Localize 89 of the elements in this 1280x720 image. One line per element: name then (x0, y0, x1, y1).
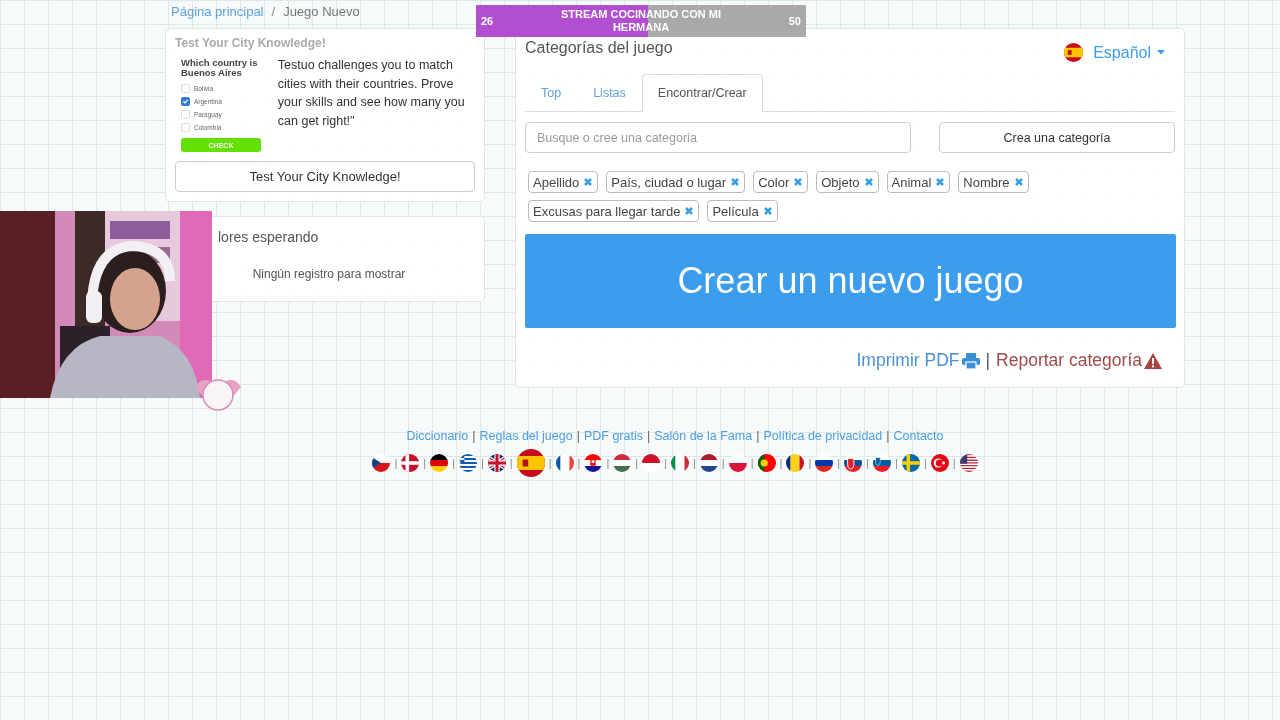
separator: | (664, 457, 667, 469)
separator: | (985, 350, 991, 371)
category-tag[interactable]: Color (753, 171, 809, 193)
separator: | (481, 457, 484, 469)
separator: | (452, 457, 455, 469)
separator: | (721, 457, 725, 469)
language-dropdown[interactable]: Español (1064, 43, 1165, 62)
promo-button[interactable]: Test Your City Knowledge! (175, 161, 475, 192)
footer-link[interactable]: Contacto (893, 429, 944, 443)
remove-icon[interactable] (583, 177, 594, 187)
flag-icon[interactable] (699, 454, 718, 472)
remove-icon[interactable] (793, 177, 804, 187)
separator: | (866, 457, 869, 469)
footer-link[interactable]: Diccionario (406, 429, 469, 443)
flag-icon[interactable] (516, 449, 545, 477)
flag-icon (1064, 43, 1084, 62)
card-title: lores esperando (218, 229, 320, 245)
search-field[interactable]: Busque o cree una categoria (525, 122, 911, 153)
category-tag[interactable]: Nombre (958, 171, 1029, 193)
card-title: Categorías del juego (525, 39, 673, 57)
separator: | (779, 457, 783, 469)
new-game-button[interactable]: Crear un nuevo juego (525, 234, 1176, 328)
category-tag[interactable]: Apellido (528, 171, 599, 193)
action-link[interactable]: Reportar categoría (996, 350, 1162, 371)
remove-icon[interactable] (730, 177, 741, 187)
separator: | (756, 429, 760, 443)
flag-icon[interactable] (459, 454, 477, 472)
flag-icon[interactable] (555, 454, 574, 472)
footer-link[interactable]: PDF gratis (583, 429, 643, 443)
remove-icon[interactable] (863, 177, 874, 187)
breadcrumb-current: Juego Nuevo (283, 3, 360, 19)
goal-title: STREAM COCINANDO CON MI HERMANA (559, 8, 723, 34)
separator: | (472, 429, 476, 443)
separator: | (808, 457, 812, 469)
category-tag[interactable]: Película (707, 200, 778, 222)
separator: | (606, 457, 610, 469)
quiz-question: Which country is Buenos Aires (181, 58, 259, 78)
category-tag[interactable]: País, ciudad o lugar (606, 171, 746, 193)
separator: | (423, 457, 427, 469)
category-tag[interactable]: Animal (886, 171, 951, 193)
separator: | (576, 429, 580, 443)
create-category-button[interactable]: Crea una categoría (939, 122, 1175, 153)
separator: | (394, 457, 398, 469)
footer-link[interactable]: Salón de la Fama (654, 429, 753, 443)
action-link[interactable]: Imprimir PDF (856, 350, 980, 371)
tab[interactable]: Listas (577, 74, 642, 111)
remove-icon[interactable] (1013, 177, 1024, 187)
separator: | (646, 429, 651, 443)
separator: | (548, 457, 552, 469)
breadcrumb-link[interactable]: Página principal (171, 3, 264, 19)
breadcrumb-separator: / (271, 3, 276, 19)
category-tag[interactable]: Objeto (816, 171, 879, 193)
separator: | (509, 457, 513, 469)
printer-icon (961, 352, 980, 369)
flag-icon[interactable] (487, 454, 506, 472)
flag-icon[interactable] (815, 454, 834, 472)
flag-icon[interactable] (844, 454, 863, 472)
goal-start: 26 (481, 15, 494, 27)
promo-description: Testuo challenges you to match cities with their countries. Prove your skills and see how many you can get right!" (277, 57, 466, 130)
separator: | (895, 457, 898, 469)
separator: | (693, 457, 696, 469)
footer-link[interactable]: Política de privacidad (763, 429, 883, 443)
caret-icon (1157, 50, 1165, 55)
checkbox[interactable] (181, 96, 190, 106)
promo-title: Test Your City Knowledge! (175, 36, 327, 50)
separator: | (923, 457, 927, 469)
remove-icon[interactable] (684, 206, 695, 216)
warning-icon (1144, 352, 1162, 369)
separator: | (952, 457, 956, 469)
tab[interactable]: Encontrar/Crear (641, 74, 763, 112)
flag-icon[interactable] (873, 454, 891, 472)
separator: | (635, 457, 639, 469)
footer-link[interactable]: Reglas del juego (479, 429, 573, 443)
remove-icon[interactable] (762, 206, 773, 216)
flag-icon[interactable] (372, 454, 391, 472)
remove-icon[interactable] (935, 177, 946, 187)
category-tag[interactable]: Excusas para llegar tarde (528, 200, 700, 222)
empty-message: Ningún registro para mostrar (251, 267, 407, 281)
separator: | (577, 457, 581, 469)
separator: | (750, 457, 754, 469)
separator: | (837, 457, 841, 469)
flag-icon[interactable] (757, 454, 776, 472)
goal-end: 50 (788, 15, 801, 27)
flag-icon[interactable] (959, 454, 978, 472)
tab[interactable]: Top (525, 74, 578, 111)
separator: | (886, 429, 890, 443)
flag-icon[interactable] (786, 454, 805, 472)
flag-icon[interactable] (430, 454, 449, 472)
flag-icon[interactable] (584, 454, 603, 472)
